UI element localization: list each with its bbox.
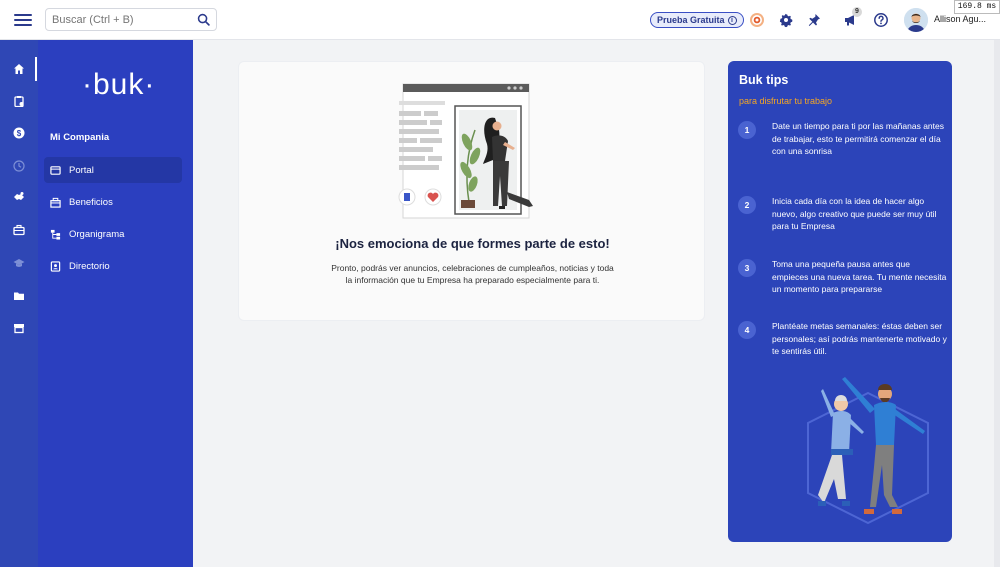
- tips-title: Buk tips: [739, 73, 789, 87]
- free-trial-label: Prueba Gratuita: [657, 15, 725, 25]
- buk-logo[interactable]: ·buk·: [82, 68, 155, 102]
- welcome-title: ¡Nos emociona de que formes parte de est…: [335, 236, 610, 251]
- welcome-card: ¡Nos emociona de que formes parte de est…: [238, 61, 705, 321]
- sidebar-item-organigrama[interactable]: Organigrama: [44, 221, 182, 247]
- top-bar: Prueba Gratuitai 9 Allison Agu...: [0, 0, 1000, 40]
- welcome-illustration: [398, 83, 533, 219]
- company-name: Mi Compania: [50, 132, 110, 143]
- rail-store[interactable]: [9, 318, 29, 338]
- hamburger-menu-icon[interactable]: [14, 12, 32, 28]
- rail-home[interactable]: [9, 59, 29, 79]
- clipboard-icon: [14, 96, 24, 107]
- page-scrollbar[interactable]: [994, 40, 1000, 567]
- folder-icon: [14, 292, 24, 300]
- svg-text:$: $: [17, 129, 22, 138]
- rail-dollar[interactable]: $: [9, 123, 29, 143]
- tip-number: 3: [738, 259, 756, 277]
- clock-icon: [13, 160, 25, 172]
- rail-clock[interactable]: [9, 156, 29, 176]
- search-input[interactable]: [46, 9, 186, 30]
- tip-text: Toma una pequeña pausa antes que empiece…: [772, 259, 947, 294]
- sidebar-item-portal[interactable]: Portal: [44, 157, 182, 183]
- notification-badge: 9: [852, 7, 862, 17]
- pin-icon[interactable]: [806, 12, 822, 28]
- home-icon: [14, 64, 24, 74]
- sidebar-item-label: Organigrama: [69, 228, 125, 240]
- rail-active-indicator: [35, 57, 37, 81]
- directory-icon: [50, 260, 61, 272]
- rail-graduation[interactable]: [9, 253, 29, 273]
- free-trial-badge[interactable]: Prueba Gratuita i: [650, 12, 744, 28]
- tip-text: Inicia cada día con la idea de hacer alg…: [772, 196, 937, 231]
- welcome-text: Pronto, podrás ver anuncios, celebracion…: [331, 263, 614, 285]
- avatar[interactable]: [904, 8, 928, 32]
- gift-icon: [50, 197, 61, 208]
- sidebar-item-label: Beneficios: [69, 196, 113, 208]
- tip-number: 1: [738, 121, 756, 139]
- tip-number: 4: [738, 321, 756, 339]
- search-box[interactable]: [45, 8, 217, 31]
- sidebar-item-directorio[interactable]: Directorio: [44, 253, 182, 279]
- rail-briefcase[interactable]: [9, 220, 29, 240]
- help-icon[interactable]: [873, 12, 889, 28]
- target-icon[interactable]: [749, 12, 765, 28]
- user-name[interactable]: Allison Agu...: [934, 14, 986, 24]
- org-chart-icon: [50, 229, 61, 240]
- tip-number: 2: [738, 196, 756, 214]
- timing-readout: 169.8 ms: [954, 0, 1000, 14]
- gear-icon[interactable]: [778, 12, 794, 28]
- search-icon[interactable]: [197, 13, 210, 26]
- handshake-icon: [14, 192, 24, 200]
- graduation-icon: [13, 259, 25, 267]
- store-icon: [14, 324, 24, 334]
- icon-rail: $: [0, 40, 38, 567]
- sidebar: ·buk· Mi Compania Portal Beneficios Orga…: [38, 40, 193, 567]
- rail-handshake[interactable]: [9, 187, 29, 207]
- briefcase-icon: [13, 224, 25, 236]
- portal-icon: [50, 165, 61, 175]
- rail-clipboard[interactable]: [9, 91, 29, 111]
- dollar-icon: $: [13, 127, 25, 139]
- tip-text: Plantéate metas semanales: éstas deben s…: [772, 321, 947, 356]
- rail-folder[interactable]: [9, 286, 29, 306]
- info-icon: i: [727, 16, 737, 26]
- tips-subtitle: para disfrutar tu trabajo: [739, 96, 833, 106]
- tips-illustration: [807, 377, 929, 525]
- user-avatar-icon: [904, 8, 928, 32]
- sidebar-item-label: Directorio: [69, 260, 110, 272]
- sidebar-item-label: Portal: [69, 164, 94, 176]
- sidebar-item-beneficios[interactable]: Beneficios: [44, 189, 182, 215]
- buk-tips-card: Buk tips para disfrutar tu trabajo 1 Dat…: [728, 61, 952, 542]
- tip-text: Date un tiempo para ti por las mañanas a…: [772, 121, 944, 156]
